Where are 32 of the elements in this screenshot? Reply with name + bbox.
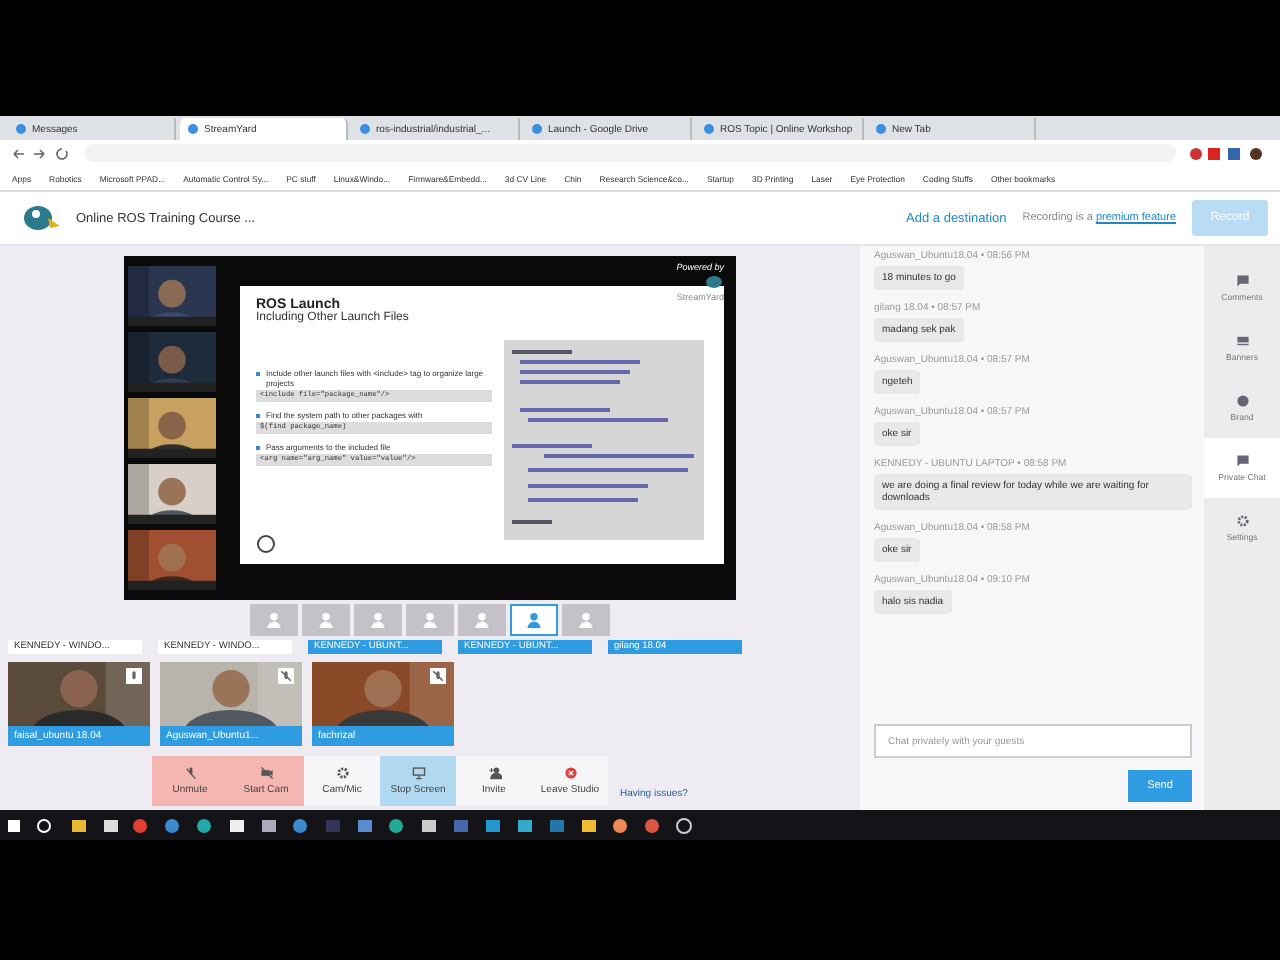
site-icon xyxy=(704,124,714,134)
gear-icon xyxy=(1235,514,1249,528)
layout-option[interactable] xyxy=(250,604,298,636)
microphone-icon[interactable] xyxy=(430,668,446,684)
palette-icon xyxy=(1235,394,1249,408)
layout-option[interactable] xyxy=(302,604,350,636)
layout-option[interactable] xyxy=(354,604,402,636)
site-icon xyxy=(188,124,198,134)
robot-logo-icon xyxy=(256,534,276,554)
bird-logo-icon xyxy=(20,200,60,236)
layout-option[interactable] xyxy=(406,604,454,636)
microphone-icon[interactable] xyxy=(278,668,294,684)
layout-option[interactable] xyxy=(458,604,506,636)
banner-icon xyxy=(1235,334,1249,348)
camera-icon xyxy=(259,766,273,780)
add-person-icon xyxy=(487,766,501,780)
site-icon xyxy=(876,124,886,134)
microphone-icon[interactable] xyxy=(126,668,142,684)
comment-icon xyxy=(1235,274,1249,288)
site-icon xyxy=(360,124,370,134)
chat-icon xyxy=(1235,454,1249,468)
navigation-icons-drawing[interactable] xyxy=(12,145,72,161)
microphone-icon xyxy=(183,766,197,780)
close-icon xyxy=(563,766,577,780)
layout-option[interactable] xyxy=(562,604,610,636)
extension-icons-drawing[interactable] xyxy=(1188,145,1268,161)
monitor-icon xyxy=(411,766,425,780)
gear-icon xyxy=(335,766,349,780)
site-icon xyxy=(532,124,542,134)
site-icon xyxy=(16,124,26,134)
bird-logo-icon xyxy=(704,274,724,290)
layout-option[interactable] xyxy=(510,604,558,636)
